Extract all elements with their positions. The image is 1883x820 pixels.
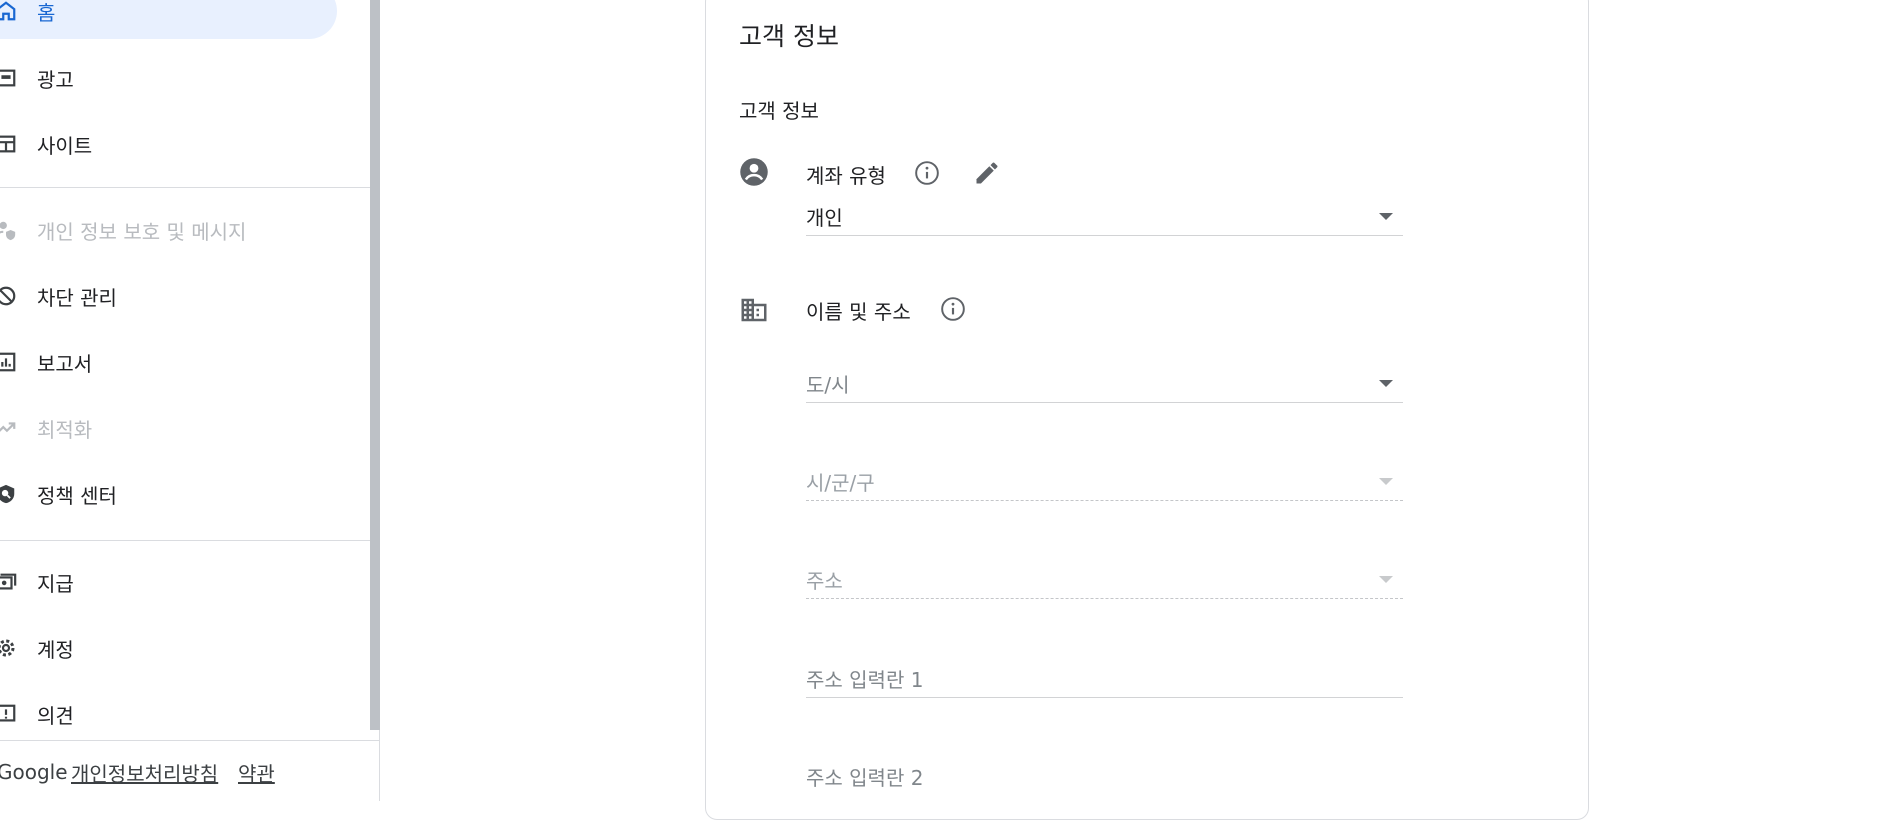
chevron-down-icon: [1379, 478, 1393, 485]
sidebar-item-label: 의견: [37, 703, 74, 728]
account-type-select[interactable]: 개인: [806, 196, 1403, 236]
building-icon: [739, 295, 769, 325]
sidebar-divider: [0, 187, 370, 188]
sidebar-footer: Google 개인정보처리방침 약관: [0, 740, 380, 801]
address-line1-placeholder: 주소 입력란 1: [806, 668, 924, 692]
sites-icon: [0, 132, 18, 156]
sidebar-item-label: 지급: [37, 571, 74, 596]
sidebar-item-account[interactable]: 계정: [0, 620, 337, 676]
terms-link[interactable]: 약관: [238, 758, 275, 787]
card-title: 고객 정보: [739, 22, 839, 51]
customer-info-card: 고객 정보 고객 정보 계좌 유형 개인 이름 및 주소 도/시 시/군/구 주…: [705, 0, 1589, 820]
sidebar-item-label: 홈: [37, 0, 56, 25]
optimization-icon: [0, 416, 18, 440]
sidebar: 홈 광고 사이트 개인 정보 보호 및 메시지 차단 관리 보고서 최적화 정책…: [0, 0, 380, 801]
section-title: 고객 정보: [739, 99, 819, 123]
sidebar-item-label: 계정: [37, 637, 74, 662]
sidebar-item-optimization[interactable]: 최적화: [0, 400, 337, 456]
address-select[interactable]: 주소: [806, 559, 1403, 599]
chevron-down-icon: [1379, 380, 1393, 387]
province-placeholder: 도/시: [806, 373, 850, 397]
feedback-icon: [0, 702, 18, 726]
sidebar-item-label: 보고서: [37, 351, 93, 376]
sidebar-item-privacy[interactable]: 개인 정보 보호 및 메시지: [0, 202, 337, 258]
sidebar-item-label: 차단 관리: [37, 285, 117, 310]
sidebar-item-payments[interactable]: 지급: [0, 554, 337, 610]
gear-icon: [0, 636, 18, 660]
account-circle-icon: [739, 157, 769, 187]
privacy-policy-link[interactable]: 개인정보처리방침: [71, 758, 218, 787]
edit-pencil-icon[interactable]: [973, 159, 999, 185]
account-type-value: 개인: [806, 206, 843, 230]
sidebar-scrollbar[interactable]: [370, 0, 380, 730]
sidebar-item-ads[interactable]: 광고: [0, 50, 337, 106]
privacy-icon: [0, 218, 18, 242]
city-district-select[interactable]: 시/군/구: [806, 461, 1403, 501]
address-line2-placeholder: 주소 입력란 2: [806, 766, 924, 790]
province-select[interactable]: 도/시: [806, 363, 1403, 403]
info-icon[interactable]: [940, 296, 966, 322]
address-placeholder: 주소: [806, 569, 843, 593]
ads-icon: [0, 66, 18, 90]
sidebar-item-policy-center[interactable]: 정책 센터: [0, 466, 337, 522]
sidebar-divider: [0, 540, 370, 541]
reports-icon: [0, 350, 18, 374]
sidebar-item-home[interactable]: 홈: [0, 0, 337, 39]
policy-icon: [0, 482, 18, 506]
chevron-down-icon: [1379, 576, 1393, 583]
sidebar-item-block-management[interactable]: 차단 관리: [0, 268, 337, 324]
address-line2-input[interactable]: 주소 입력란 2: [806, 756, 1403, 796]
info-icon[interactable]: [914, 160, 940, 186]
account-type-label: 계좌 유형: [806, 164, 886, 188]
city-district-placeholder: 시/군/구: [806, 471, 875, 495]
block-icon: [0, 284, 18, 308]
sidebar-item-label: 개인 정보 보호 및 메시지: [37, 219, 247, 244]
sidebar-item-feedback[interactable]: 의견: [0, 686, 337, 742]
sidebar-item-label: 최적화: [37, 417, 93, 442]
google-logo-text: Google: [0, 760, 68, 784]
sidebar-item-sites[interactable]: 사이트: [0, 116, 337, 172]
chevron-down-icon: [1379, 213, 1393, 220]
sidebar-item-label: 광고: [37, 67, 74, 92]
sidebar-item-label: 사이트: [37, 133, 93, 158]
address-line1-input[interactable]: 주소 입력란 1: [806, 658, 1403, 698]
payments-icon: [0, 570, 18, 594]
sidebar-item-reports[interactable]: 보고서: [0, 334, 337, 390]
home-icon: [0, 0, 18, 23]
sidebar-item-label: 정책 센터: [37, 483, 117, 508]
name-address-label: 이름 및 주소: [806, 300, 911, 324]
